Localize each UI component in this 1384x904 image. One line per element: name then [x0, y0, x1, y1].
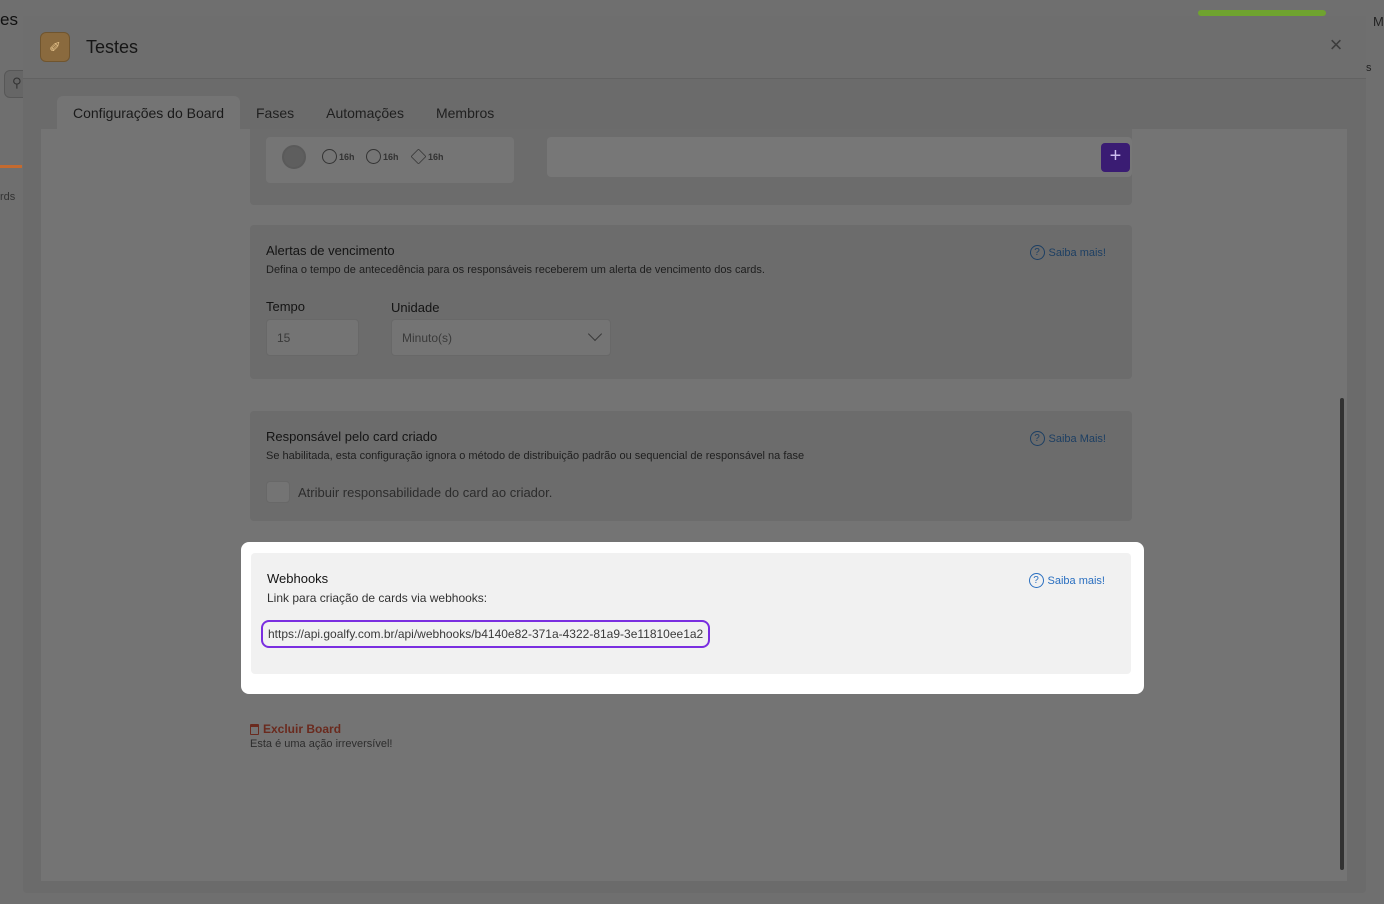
- help-label: Saiba Mais!: [1048, 432, 1106, 445]
- help-label: Saiba mais!: [1047, 574, 1105, 587]
- phase-preview-panel: 16h 16h 16h +: [250, 129, 1132, 205]
- arrow-up-icon: [410, 148, 427, 165]
- webhooks-title: Webhooks: [267, 571, 329, 586]
- modal-title: Testes: [86, 37, 139, 57]
- creator-owner-panel: Responsável pelo card criado Se habilita…: [250, 411, 1132, 521]
- settings-content: 16h 16h 16h + Alertas de vencimento Defi…: [41, 129, 1347, 881]
- tab-phases[interactable]: Fases: [240, 96, 310, 129]
- creator-owner-description: Se habilitada, esta configuração ignora …: [266, 450, 805, 462]
- tab-board-settings[interactable]: Configurações do Board: [57, 96, 240, 129]
- tab-members[interactable]: Membros: [420, 96, 510, 129]
- settings-tabs: Configurações do Board Fases Automações …: [57, 93, 510, 129]
- creator-owner-title: Responsável pelo card criado: [266, 429, 438, 444]
- trash-icon: [250, 723, 259, 735]
- add-field-input[interactable]: +: [547, 137, 1132, 177]
- webhooks-panel: Webhooks Link para criação de cards via …: [251, 553, 1131, 674]
- creator-owner-help-link[interactable]: ? Saiba Mais!: [1029, 431, 1106, 446]
- time-value: 16h: [383, 151, 399, 162]
- webhooks-help-link[interactable]: ? Saiba mais!: [1028, 573, 1105, 588]
- due-alerts-help-link[interactable]: ? Saiba mais!: [1029, 245, 1106, 260]
- modal-header: ✐ Testes ×: [23, 16, 1366, 79]
- delete-board-section: Excluir Board Esta é uma ação irreversív…: [250, 722, 392, 750]
- time-value: 16h: [428, 151, 444, 162]
- time-value: 16h: [339, 151, 355, 162]
- time-chip-up: 16h: [410, 148, 444, 165]
- unit-select-value: Minuto(s): [402, 331, 453, 345]
- chevron-down-icon: [587, 326, 603, 342]
- time-label: Tempo: [266, 299, 306, 314]
- background-cards-label: rds: [0, 191, 16, 203]
- tab-automations[interactable]: Automações: [310, 96, 420, 129]
- card-preview: 16h 16h 16h: [266, 137, 514, 183]
- unit-select[interactable]: Minuto(s): [391, 319, 611, 356]
- question-circle-icon: ?: [1029, 245, 1045, 260]
- question-circle-icon: ?: [1028, 573, 1044, 588]
- scrollbar[interactable]: [1340, 398, 1344, 870]
- delete-board-label: Excluir Board: [263, 722, 342, 736]
- time-input[interactable]: 15: [266, 319, 359, 356]
- close-icon[interactable]: ×: [1326, 34, 1346, 56]
- question-circle-icon: ?: [1029, 431, 1045, 446]
- delete-board-note: Esta é uma ação irreversível!: [250, 738, 393, 750]
- assign-creator-label: Atribuir responsabilidade do card ao cri…: [298, 485, 553, 500]
- webhooks-description: Link para criação de cards via webhooks:: [267, 591, 488, 605]
- time-chip-due: 16h: [366, 149, 399, 164]
- due-alerts-title: Alertas de vencimento: [266, 243, 395, 258]
- clock-icon: [366, 149, 381, 164]
- unit-label: Unidade: [391, 300, 440, 315]
- due-alerts-panel: Alertas de vencimento Defina o tempo de …: [250, 225, 1132, 379]
- avatar: [282, 145, 306, 169]
- delete-board-button[interactable]: Excluir Board: [250, 722, 392, 736]
- background-side-letter: s: [1366, 62, 1372, 74]
- help-label: Saiba mais!: [1048, 246, 1106, 259]
- background-menu-letter: M: [1373, 14, 1384, 29]
- webhook-url-field[interactable]: https://api.goalfy.com.br/api/webhooks/b…: [261, 620, 711, 648]
- background-title: es: [0, 10, 18, 29]
- background-active-indicator: [0, 165, 22, 168]
- board-wand-icon: ✐: [40, 32, 70, 62]
- time-chip-sla: 16h: [322, 149, 355, 164]
- clock-icon: [322, 149, 337, 164]
- add-button[interactable]: +: [1101, 143, 1130, 172]
- due-alerts-description: Defina o tempo de antecedência para os r…: [266, 264, 765, 276]
- search-icon: ⚲: [12, 75, 22, 90]
- board-settings-modal: ✐ Testes × Configurações do Board Fases …: [23, 16, 1366, 893]
- assign-creator-checkbox[interactable]: [266, 481, 290, 503]
